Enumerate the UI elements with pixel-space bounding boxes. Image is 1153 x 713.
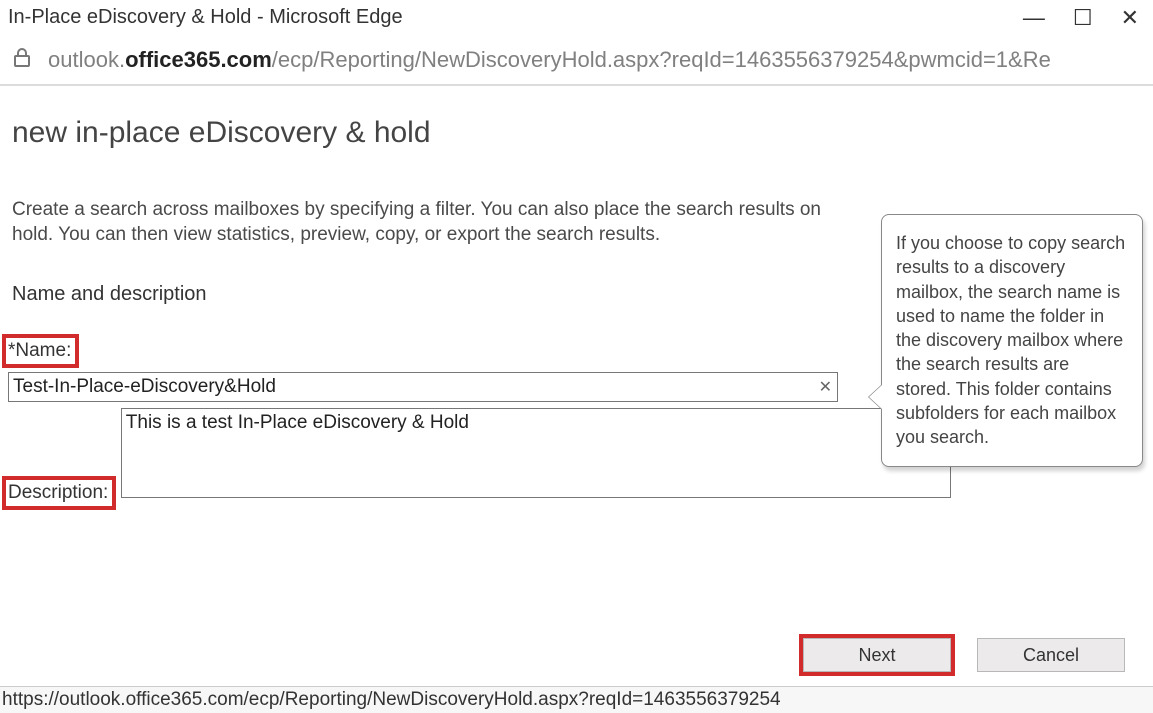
next-button-highlight: Next [799,634,955,676]
close-icon[interactable]: ✕ [1121,7,1139,29]
description-label-highlight: Description: [2,476,116,510]
page-content: new in-place eDiscovery & hold Create a … [0,86,1153,510]
tooltip-text: If you choose to copy search results to … [896,233,1125,447]
status-bar: https://outlook.office365.com/ecp/Report… [0,686,1153,713]
name-label-highlight: *Name: [2,334,79,368]
name-label: *Name: [6,338,75,364]
intro-text: Create a search across mailboxes by spec… [12,198,832,247]
url-text[interactable]: outlook.office365.com/ecp/Reporting/NewD… [48,47,1051,73]
tooltip-pointer-icon [869,385,882,409]
minimize-icon[interactable]: — [1023,7,1045,29]
maximize-icon[interactable]: ☐ [1073,7,1093,29]
description-input[interactable]: This is a test In-Place eDiscovery & Hol… [121,408,951,498]
name-input-wrap: ✕ [8,372,838,402]
window-titlebar: In-Place eDiscovery & Hold - Microsoft E… [0,0,1153,39]
help-tooltip: If you choose to copy search results to … [881,214,1143,467]
cancel-button[interactable]: Cancel [977,638,1125,672]
url-path: /ecp/Reporting/NewDiscoveryHold.aspx?req… [272,47,1051,72]
lock-icon [10,45,34,74]
window-title: In-Place eDiscovery & Hold - Microsoft E… [8,6,403,29]
url-prefix: outlook. [48,47,125,72]
window-controls: — ☐ ✕ [1023,7,1139,29]
name-input[interactable] [8,372,838,402]
url-host: office365.com [125,47,272,72]
page-title: new in-place eDiscovery & hold [12,116,1143,150]
clear-input-icon[interactable]: ✕ [819,377,832,397]
address-bar: outlook.office365.com/ecp/Reporting/NewD… [0,39,1153,86]
description-label: Description: [6,480,112,506]
next-button[interactable]: Next [803,638,951,672]
button-row: Next Cancel [799,634,1125,676]
